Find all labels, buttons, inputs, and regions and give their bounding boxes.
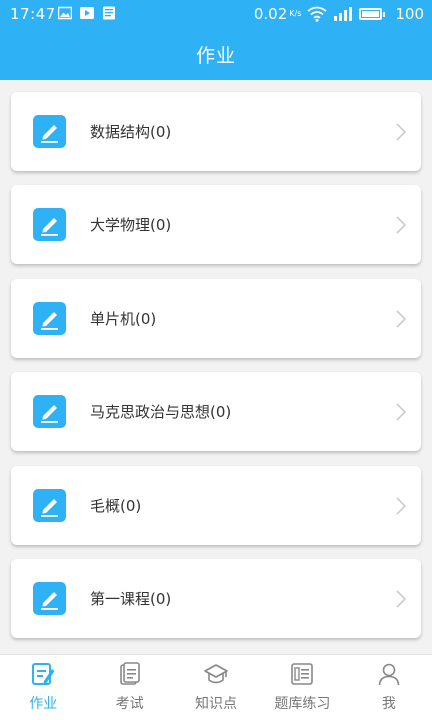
battery-level: 100 [395,5,424,23]
chevron-right-icon [396,403,407,421]
user-icon [378,663,400,686]
course-item-first-course[interactable]: 第一课程(0) [11,559,421,638]
course-label: 单片机(0) [90,310,157,328]
net-speed-unit: K/s [289,9,302,18]
bottom-tab-bar: 作业 考试 知识点 题库练习 我 [0,654,432,720]
graduation-cap-icon [204,664,228,684]
course-item-data-structures[interactable]: 数据结构(0) [11,92,421,171]
status-bar: 17:47 0.02 K/s 100 [0,0,432,28]
pen-icon [33,489,66,522]
chevron-right-icon [396,123,407,141]
exam-icon [119,662,140,685]
tab-label: 作业 [29,696,58,712]
tab-exam[interactable]: 考试 [86,655,172,720]
status-right: 0.02 K/s 100 [254,5,424,23]
course-item-microcontroller[interactable]: 单片机(0) [11,279,421,358]
course-label: 大学物理(0) [90,216,172,234]
document-icon [103,6,115,20]
course-label: 数据结构(0) [90,123,172,141]
chevron-right-icon [396,310,407,328]
pen-icon [33,302,66,335]
chevron-right-icon [396,590,407,608]
top-bar: 17:47 0.02 K/s 100 作业 [0,0,432,80]
course-item-university-physics[interactable]: 大学物理(0) [11,185,421,264]
chevron-right-icon [396,216,407,234]
status-time: 17:47 [10,5,56,23]
tab-me[interactable]: 我 [346,655,432,720]
question-bank-icon [291,663,314,685]
app-root: 17:47 0.02 K/s 100 作业 数据结构(0) 大学物理(0) 单片… [0,0,432,720]
pen-icon [33,208,66,241]
tab-knowledge-points[interactable]: 知识点 [173,655,259,720]
page-title: 作业 [195,44,236,67]
tab-label: 考试 [115,696,144,712]
chevron-right-icon [396,497,407,515]
pen-icon [33,582,66,615]
pen-icon [33,395,66,428]
signal-icon [334,7,353,21]
course-item-marxism[interactable]: 马克思政治与思想(0) [11,372,421,451]
course-label: 马克思政治与思想(0) [90,403,232,421]
course-item-maogai[interactable]: 毛概(0) [11,466,421,545]
course-label: 毛概(0) [90,497,142,515]
tab-label: 题库练习 [274,696,331,712]
tab-label: 我 [381,696,396,712]
net-speed: 0.02 [253,5,288,23]
play-icon [80,7,94,19]
title-bar: 作业 [0,28,432,80]
image-icon [58,6,72,20]
notification-icons [58,6,116,20]
homework-icon [32,663,55,685]
tab-homework[interactable]: 作业 [0,655,86,720]
tab-label: 知识点 [195,696,238,712]
wifi-icon [307,6,327,22]
pen-icon [33,115,66,148]
battery-icon [359,8,386,20]
course-label: 第一课程(0) [90,590,172,608]
tab-question-bank[interactable]: 题库练习 [259,655,345,720]
